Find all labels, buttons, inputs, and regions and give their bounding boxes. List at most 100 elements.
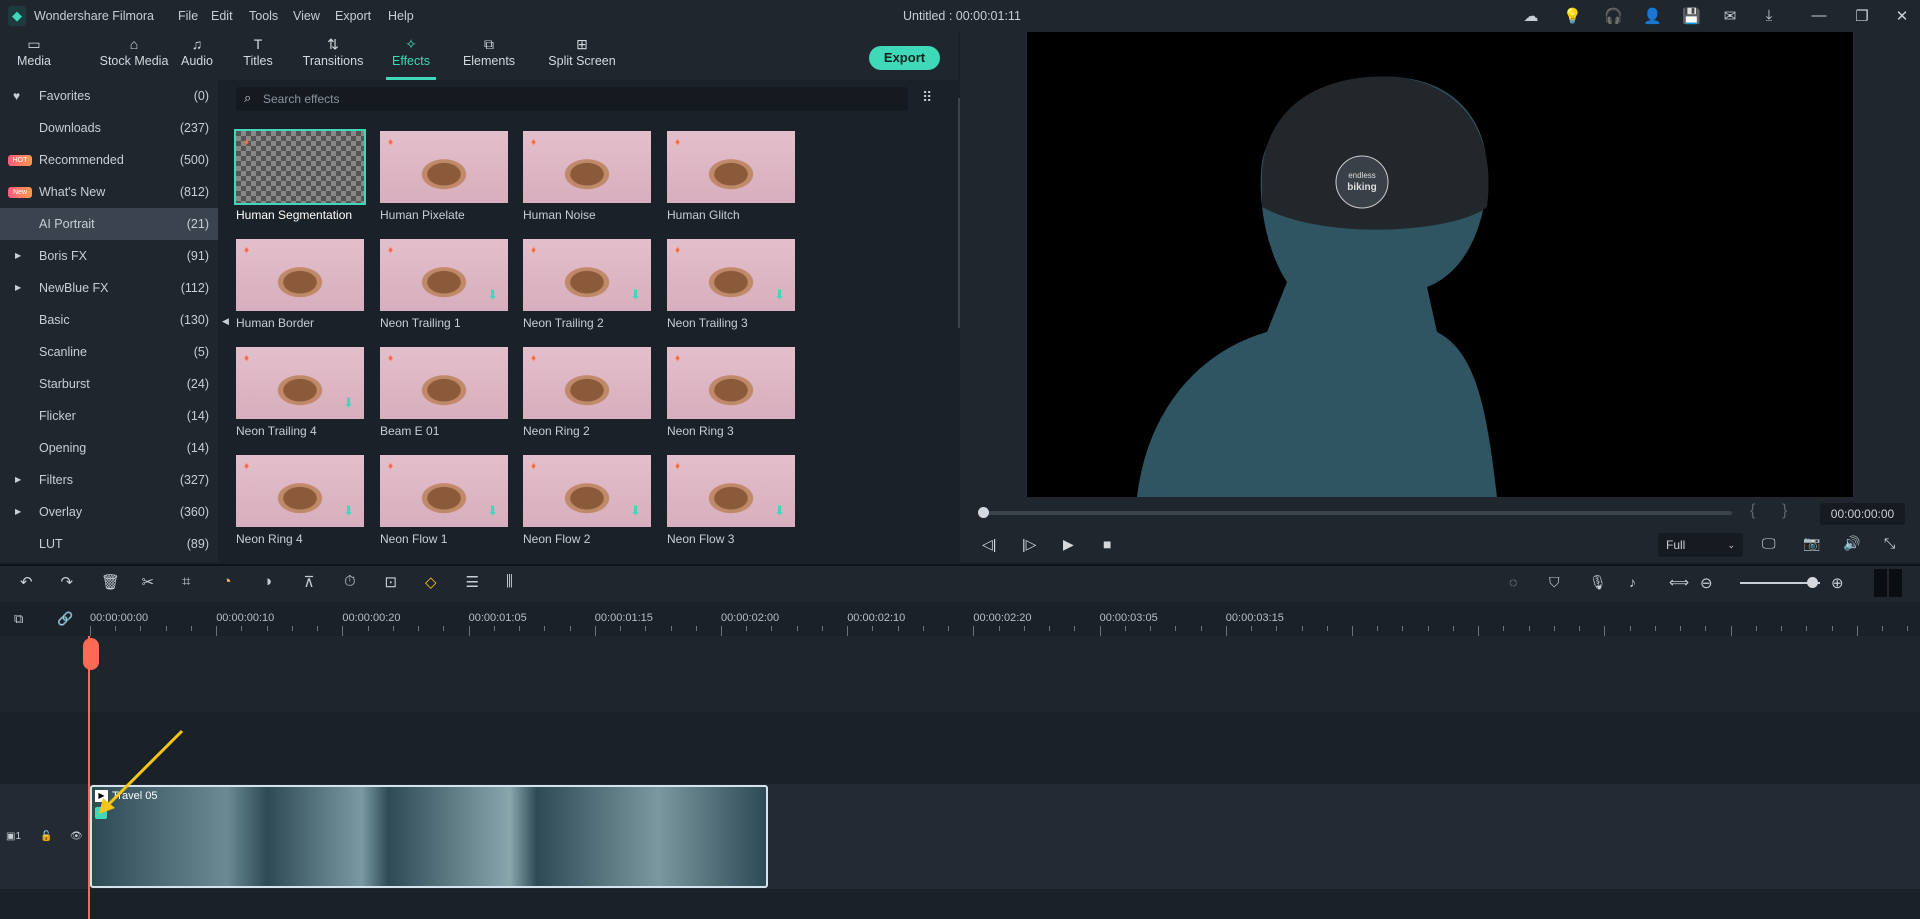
tab-effects[interactable]: ✧ Effects	[386, 32, 436, 80]
expand-arrow-icon[interactable]: ▶	[15, 464, 21, 496]
fit-icon[interactable]: ⊡	[385, 573, 398, 591]
sidebar-item-ai-portrait[interactable]: AI Portrait (21)	[0, 208, 218, 240]
delete-icon[interactable]: 🗑	[101, 573, 120, 591]
effect-card[interactable]: ♦ Human Pixelate	[380, 131, 508, 222]
keyframe-icon[interactable]: ◇	[425, 573, 437, 591]
grid-view-icon[interactable]: ⠿	[922, 89, 932, 106]
fullscreen-icon[interactable]: ⤡	[1884, 535, 1895, 552]
layout-panel-icon[interactable]	[1889, 569, 1902, 597]
download-icon[interactable]: ⬇	[487, 287, 498, 303]
sidebar-item-flicker[interactable]: Flicker (14)	[0, 400, 218, 432]
link-icon[interactable]: 🔗	[57, 611, 73, 627]
eye-icon[interactable]: 👁	[70, 831, 83, 842]
download-icon[interactable]: ⬇	[774, 287, 785, 303]
snapshot-icon[interactable]: 📷	[1803, 535, 1820, 552]
download-icon[interactable]: ⬇	[630, 287, 641, 303]
scrubber-handle[interactable]	[978, 507, 989, 518]
sidebar-item-basic[interactable]: Basic (130)	[0, 304, 218, 336]
effect-card[interactable]: ♦ ⬇ Neon Flow 3	[667, 455, 795, 546]
menu-edit[interactable]: Edit	[211, 9, 233, 23]
sidebar-item-starburst[interactable]: Starburst (24)	[0, 368, 218, 400]
previous-frame-icon[interactable]: ◁|	[982, 536, 996, 553]
mark-out-icon[interactable]: }	[1782, 502, 1787, 520]
mail-icon[interactable]: ✉	[1721, 7, 1739, 25]
sidebar-item-boris-fx[interactable]: ▶ Boris FX (91)	[0, 240, 218, 272]
marker-icon[interactable]: ⛉	[1549, 574, 1560, 591]
mark-in-icon[interactable]: {	[1750, 502, 1755, 520]
sidebar-item-scanline[interactable]: Scanline (5)	[0, 336, 218, 368]
voiceover-icon[interactable]: ♪	[1629, 574, 1636, 590]
adjust-icon[interactable]: ☰	[466, 573, 479, 591]
headset-icon[interactable]: 🎧	[1604, 7, 1623, 25]
effect-card[interactable]: ♦ Neon Ring 2	[523, 347, 651, 438]
effect-card[interactable]: ♦ ⬇ Neon Flow 1	[380, 455, 508, 546]
lock-icon[interactable]: 🔓	[40, 831, 52, 842]
sidebar-item-what-s-new[interactable]: New What's New (812)	[0, 176, 218, 208]
stabilize-icon[interactable]: ⊼	[304, 573, 315, 591]
audio-wave-icon[interactable]: ⫼	[506, 573, 513, 590]
tab-transitions[interactable]: ⇅ Transitions	[296, 32, 370, 80]
duration-icon[interactable]: ⏱	[344, 573, 356, 590]
speed-icon[interactable]: ◔	[223, 573, 232, 590]
expand-arrow-icon[interactable]: ▶	[15, 496, 21, 528]
volume-icon[interactable]: 🔊	[1843, 535, 1860, 552]
quality-select[interactable]: Full ⌄	[1658, 533, 1743, 557]
restore-icon[interactable]: ❐	[1853, 7, 1871, 25]
stop-icon[interactable]: ■	[1103, 536, 1111, 552]
sidebar-item-recommended[interactable]: HOT Recommended (500)	[0, 144, 218, 176]
color-icon[interactable]: ◑	[263, 573, 272, 590]
effect-card[interactable]: ♦ ⬇ Neon Trailing 3	[667, 239, 795, 330]
effect-card[interactable]: ♦ Human Noise	[523, 131, 651, 222]
timeline-ruler[interactable]	[0, 602, 1920, 636]
layout-panel-icon[interactable]	[1874, 569, 1887, 597]
crop-icon[interactable]: ⌗	[182, 573, 190, 590]
tab-media[interactable]: ▭ Media	[8, 32, 60, 80]
render-icon[interactable]: ◌	[1509, 574, 1517, 590]
expand-arrow-icon[interactable]: ▶	[15, 272, 21, 304]
video-clip[interactable]: ▶ Travel 05	[90, 785, 768, 888]
sidebar-item-downloads[interactable]: Downloads (237)	[0, 112, 218, 144]
menu-export[interactable]: Export	[335, 9, 371, 23]
effect-card[interactable]: ♦ Human Glitch	[667, 131, 795, 222]
download-icon[interactable]: ⬇	[487, 503, 498, 519]
tab-titles[interactable]: T Titles	[236, 32, 280, 80]
account-icon[interactable]: 👤	[1643, 7, 1662, 25]
effect-card[interactable]: ♦ ⬇ Neon Flow 2	[523, 455, 651, 546]
play-icon[interactable]: ▶	[1063, 536, 1074, 553]
download-icon[interactable]: ⬇	[343, 503, 354, 519]
download-icon[interactable]: ⬇	[774, 503, 785, 519]
sidebar-item-filters[interactable]: ▶ Filters (327)	[0, 464, 218, 496]
step-play-icon[interactable]: |▷	[1022, 536, 1036, 553]
preview-scrubber[interactable]	[978, 507, 1732, 518]
effect-card[interactable]: ♦ ⬇ Neon Ring 4	[236, 455, 364, 546]
effect-card[interactable]: ♦ Beam E 01	[380, 347, 508, 438]
effect-card[interactable]: ♦ Neon Ring 3	[667, 347, 795, 438]
undo-icon[interactable]: ↶	[20, 573, 33, 591]
save-icon[interactable]: 💾	[1682, 7, 1701, 25]
zoom-out-icon[interactable]: ⊖	[1700, 574, 1713, 592]
minimize-icon[interactable]: —	[1810, 7, 1828, 25]
bulb-icon[interactable]: 💡	[1563, 7, 1582, 25]
expand-arrow-icon[interactable]: ▶	[15, 240, 21, 272]
download-icon[interactable]: ⬇	[630, 503, 641, 519]
sidebar-item-favorites[interactable]: ♥ Favorites (0)	[0, 80, 218, 112]
playhead-handle[interactable]	[83, 638, 99, 670]
fit-timeline-icon[interactable]: ⟺	[1669, 574, 1689, 591]
effect-card[interactable]: ♦ Human Segmentation	[234, 129, 366, 222]
sidebar-item-opening[interactable]: Opening (14)	[0, 432, 218, 464]
collapse-sidebar-icon[interactable]: ◀	[222, 316, 229, 327]
menu-view[interactable]: View	[293, 9, 320, 23]
cloud-icon[interactable]: ☁	[1522, 7, 1540, 25]
sidebar-item-lut[interactable]: LUT (89)	[0, 528, 218, 560]
tab-split-screen[interactable]: ⊞ Split Screen	[538, 32, 626, 80]
effect-card[interactable]: ♦ ⬇ Neon Trailing 1	[380, 239, 508, 330]
cut-icon[interactable]: ✂	[142, 573, 155, 591]
tab-elements[interactable]: ⧉ Elements	[456, 32, 522, 80]
menu-tools[interactable]: Tools	[249, 9, 278, 23]
search-effects-input[interactable]: ⌕ Search effects	[236, 87, 908, 111]
download-icon[interactable]: ⤓	[1760, 7, 1778, 25]
add-track-icon[interactable]: ⧉	[14, 611, 23, 627]
mic-icon[interactable]: 🎙	[1589, 574, 1607, 591]
playhead[interactable]	[88, 636, 90, 919]
effect-card[interactable]: ♦ ⬇ Neon Trailing 2	[523, 239, 651, 330]
